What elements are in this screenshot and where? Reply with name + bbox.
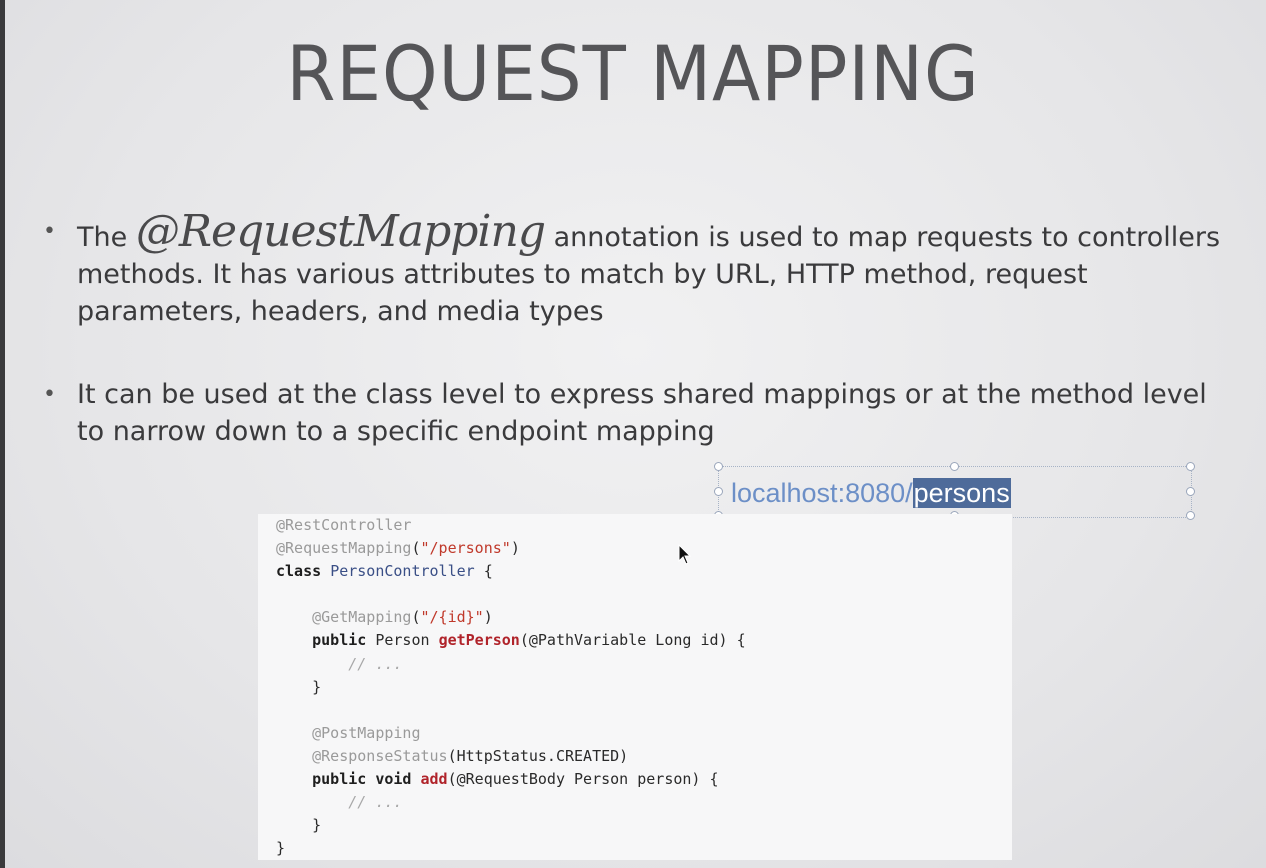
code-args: (HttpStatus.CREATED) — [447, 746, 629, 765]
url-prefix: localhost:8080/ — [731, 478, 913, 508]
code-string: "/{id}" — [420, 608, 484, 627]
code-class-name: PersonController — [330, 562, 475, 581]
code-annotation: @GetMapping — [312, 608, 412, 627]
code-line: } — [276, 676, 1012, 699]
annotation-name: @RequestMapping — [135, 206, 546, 257]
code-args: (@PathVariable Long id) { — [519, 631, 746, 650]
bullet-2-text: It can be used at the class level to exp… — [77, 379, 1207, 447]
code-line: // ... — [276, 791, 1012, 814]
code-keyword: class — [276, 562, 322, 581]
resize-handle[interactable] — [714, 487, 723, 496]
code-line: @ResponseStatus(HttpStatus.CREATED) — [276, 745, 1012, 768]
selected-text: persons — [912, 478, 1011, 508]
code-args: (@RequestBody Person person) { — [447, 770, 719, 789]
bullet-2: • It can be used at the class level to e… — [43, 376, 1237, 450]
code-line: public void add(@RequestBody Person pers… — [276, 768, 1012, 791]
resize-handle[interactable] — [1186, 487, 1195, 496]
code-annotation: @RequestMapping — [276, 539, 412, 558]
code-type: Person — [375, 631, 430, 650]
resize-handle[interactable] — [1186, 462, 1195, 471]
code-annotation: @RestController — [276, 516, 412, 534]
resize-handle[interactable] — [1186, 511, 1195, 520]
code-annotation: @ResponseStatus — [312, 746, 448, 765]
code-line: } — [276, 814, 1012, 837]
code-brace: } — [276, 839, 286, 858]
code-line: @GetMapping("/{id}") — [312, 608, 493, 627]
code-keyword: public — [312, 631, 367, 650]
resize-handle[interactable] — [950, 462, 959, 471]
code-brace: } — [312, 677, 322, 696]
code-line: @RestController — [276, 514, 1012, 537]
mouse-pointer-icon — [678, 544, 692, 565]
code-method-name: add — [420, 770, 448, 789]
resize-handle[interactable] — [714, 462, 723, 471]
code-line: @RequestMapping("/persons") — [276, 539, 520, 558]
bullet-1: • The @RequestMapping annotation is used… — [43, 210, 1237, 330]
code-comment: // ... — [348, 654, 403, 673]
url-text[interactable]: localhost:8080/persons — [731, 476, 1011, 510]
bullet-1-prefix: The — [77, 222, 136, 253]
code-keyword: public void — [312, 770, 412, 789]
code-line: } — [276, 837, 1012, 860]
code-brace: } — [312, 816, 322, 835]
code-line: // ... — [276, 653, 1012, 676]
code-method-name: getPerson — [438, 631, 520, 650]
window-edge — [0, 0, 5, 868]
code-sample: @RestController @RequestMapping("/person… — [258, 514, 1012, 860]
code-line: public Person getPerson(@PathVariable Lo… — [276, 629, 1012, 652]
code-string: "/persons" — [420, 539, 511, 558]
code-comment: // ... — [348, 793, 403, 812]
bullet-dot: • — [43, 382, 56, 407]
code-annotation: @PostMapping — [312, 723, 421, 742]
code-line: class PersonController { — [276, 562, 493, 581]
bullet-dot: • — [43, 219, 56, 244]
code-line: @PostMapping — [276, 722, 1012, 745]
slide-title: REQUEST MAPPING — [286, 29, 980, 118]
